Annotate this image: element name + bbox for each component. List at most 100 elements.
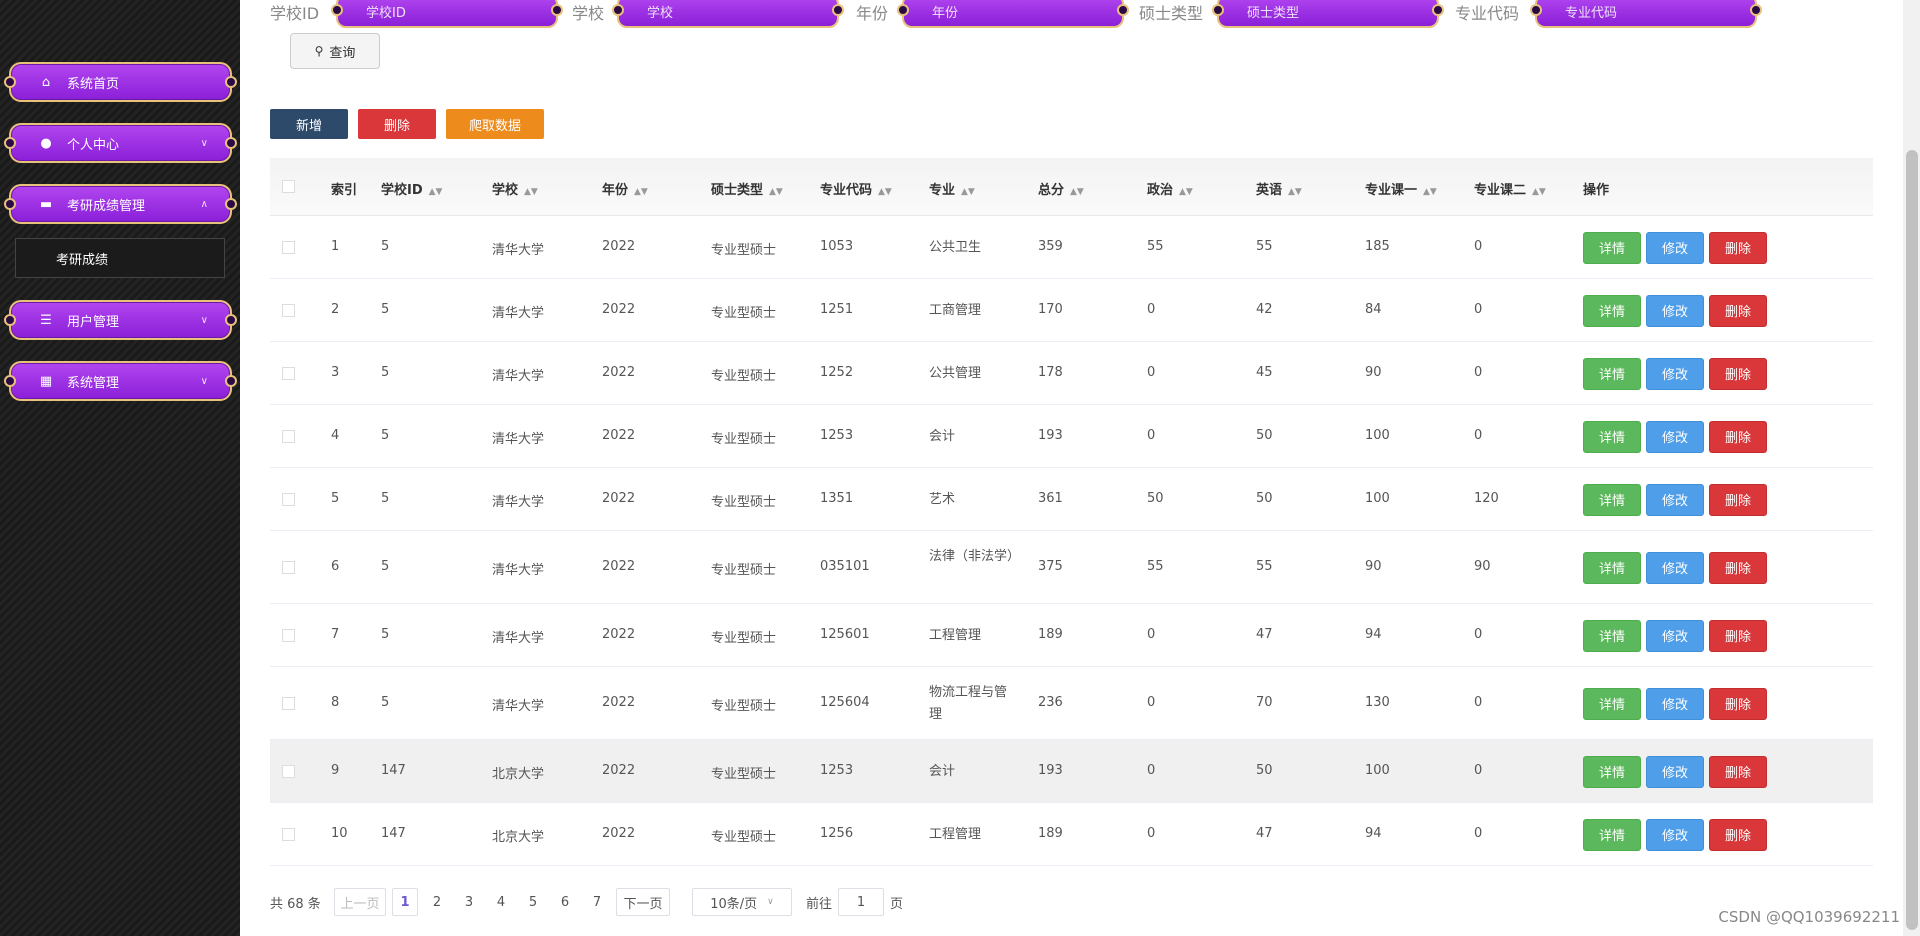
row-checkbox[interactable] bbox=[282, 366, 295, 380]
crawl-data-button[interactable]: 爬取数据 bbox=[446, 109, 544, 139]
page-button[interactable]: 5 bbox=[520, 888, 546, 916]
row-delete-button[interactable]: 删除 bbox=[1709, 357, 1767, 390]
table-row: 3 5 清华大学 2022 专业型硕士 1252 公共管理 178 0 45 90 0 详情 修改 删除 bbox=[270, 342, 1873, 405]
column-header[interactable]: 政治 ▲▼ bbox=[1147, 179, 1193, 198]
column-header[interactable]: 英语 ▲▼ bbox=[1256, 179, 1302, 198]
scrollbar[interactable] bbox=[1903, 0, 1920, 936]
row-delete-button[interactable]: 删除 bbox=[1709, 420, 1767, 453]
filter-label-school: 学校 bbox=[572, 4, 605, 23]
row-checkbox[interactable] bbox=[282, 492, 295, 506]
goto-page-input[interactable]: 1 bbox=[838, 888, 884, 916]
detail-button[interactable]: 详情 bbox=[1583, 294, 1641, 327]
edit-button[interactable]: 修改 bbox=[1646, 687, 1704, 720]
row-delete-button[interactable]: 删除 bbox=[1709, 551, 1767, 584]
major-code-input[interactable]: 专业代码 bbox=[1530, 0, 1762, 28]
sidebar-item-users[interactable]: ☰ 用户管理 ∨ bbox=[4, 300, 237, 340]
row-delete-button[interactable]: 删除 bbox=[1709, 483, 1767, 516]
sidebar-item-label: 个人中心 bbox=[67, 137, 120, 153]
bulk-delete-button[interactable]: 删除 bbox=[358, 109, 436, 139]
detail-button[interactable]: 详情 bbox=[1583, 231, 1641, 264]
school-input[interactable]: 学校 bbox=[612, 0, 844, 28]
row-delete-button[interactable]: 删除 bbox=[1709, 687, 1767, 720]
page-button-active[interactable]: 1 bbox=[392, 888, 418, 916]
scrollbar-thumb[interactable] bbox=[1906, 150, 1918, 930]
edit-button[interactable]: 修改 bbox=[1646, 619, 1704, 652]
detail-button[interactable]: 详情 bbox=[1583, 818, 1641, 851]
table-cell: 工商管理 bbox=[929, 302, 982, 318]
sidebar-item-personal[interactable]: ● 个人中心 ∨ bbox=[4, 123, 237, 163]
table-cell: 专业型硕士 bbox=[711, 630, 777, 646]
column-header[interactable]: 硕士类型 ▲▼ bbox=[711, 179, 783, 198]
page-button[interactable]: 2 bbox=[424, 888, 450, 916]
column-header[interactable]: 年份 ▲▼ bbox=[602, 179, 648, 198]
prev-page-button[interactable]: 上一页 bbox=[334, 888, 386, 916]
add-button[interactable]: 新增 bbox=[270, 109, 348, 139]
column-header[interactable]: 专业课一 ▲▼ bbox=[1365, 179, 1437, 198]
column-header[interactable]: 总分 ▲▼ bbox=[1038, 179, 1084, 198]
select-all-checkbox[interactable] bbox=[282, 180, 295, 193]
row-checkbox[interactable] bbox=[282, 240, 295, 254]
detail-button[interactable]: 详情 bbox=[1583, 483, 1641, 516]
table-cell: 94 bbox=[1365, 825, 1382, 841]
page-button[interactable]: 6 bbox=[552, 888, 578, 916]
table-cell: 361 bbox=[1038, 490, 1063, 506]
edit-button[interactable]: 修改 bbox=[1646, 483, 1704, 516]
table-cell: 5 bbox=[381, 490, 390, 506]
table-cell: 170 bbox=[1038, 301, 1063, 317]
page-button[interactable]: 7 bbox=[584, 888, 610, 916]
row-checkbox[interactable] bbox=[282, 303, 295, 317]
edit-button[interactable]: 修改 bbox=[1646, 818, 1704, 851]
column-header[interactable]: 专业课二 ▲▼ bbox=[1474, 179, 1546, 198]
sidebar-item-system[interactable]: ▦ 系统管理 ∨ bbox=[4, 361, 237, 401]
detail-button[interactable]: 详情 bbox=[1583, 619, 1641, 652]
row-delete-button[interactable]: 删除 bbox=[1709, 755, 1767, 788]
edit-button[interactable]: 修改 bbox=[1646, 420, 1704, 453]
row-checkbox[interactable] bbox=[282, 696, 295, 710]
sidebar-item-home[interactable]: ⌂ 系统首页 bbox=[4, 62, 237, 102]
table-cell: 5 bbox=[381, 427, 390, 443]
school-id-input[interactable]: 学校ID bbox=[331, 0, 563, 28]
edit-button[interactable]: 修改 bbox=[1646, 551, 1704, 584]
row-delete-button[interactable]: 删除 bbox=[1709, 294, 1767, 327]
query-button[interactable]: ⚲ 查询 bbox=[290, 33, 380, 69]
column-header[interactable]: 专业 ▲▼ bbox=[929, 179, 975, 198]
detail-button[interactable]: 详情 bbox=[1583, 551, 1641, 584]
next-page-button[interactable]: 下一页 bbox=[616, 888, 670, 916]
edit-button[interactable]: 修改 bbox=[1646, 231, 1704, 264]
detail-button[interactable]: 详情 bbox=[1583, 357, 1641, 390]
row-checkbox[interactable] bbox=[282, 764, 295, 778]
edit-button[interactable]: 修改 bbox=[1646, 755, 1704, 788]
page-button[interactable]: 3 bbox=[456, 888, 482, 916]
edit-button[interactable]: 修改 bbox=[1646, 357, 1704, 390]
row-delete-button[interactable]: 删除 bbox=[1709, 818, 1767, 851]
sort-icon: ▲▼ bbox=[878, 187, 892, 197]
sidebar-subitem-scores[interactable]: 考研成绩 bbox=[15, 238, 225, 278]
row-delete-button[interactable]: 删除 bbox=[1709, 619, 1767, 652]
table-cell: 4 bbox=[331, 427, 340, 443]
table-cell: 专业型硕士 bbox=[711, 242, 777, 258]
row-checkbox[interactable] bbox=[282, 429, 295, 443]
edit-button[interactable]: 修改 bbox=[1646, 294, 1704, 327]
row-checkbox[interactable] bbox=[282, 628, 295, 642]
row-delete-button[interactable]: 删除 bbox=[1709, 231, 1767, 264]
sidebar-item-scores[interactable]: ▬ 考研成绩管理 ∧ bbox=[4, 184, 237, 224]
table-cell: 工程管理 bbox=[929, 627, 982, 643]
row-checkbox[interactable] bbox=[282, 560, 295, 574]
detail-button[interactable]: 详情 bbox=[1583, 687, 1641, 720]
table-cell: 55 bbox=[1256, 558, 1273, 574]
table-cell: 47 bbox=[1256, 825, 1273, 841]
table-header: 索引 学校ID ▲▼ 学校 ▲▼ 年份 ▲▼ 硕士类型 ▲▼ 专业代码 ▲▼ 专业 ▲▼ 总… bbox=[270, 158, 1873, 216]
row-checkbox[interactable] bbox=[282, 827, 295, 841]
page-size-select[interactable]: 10条/页 ∨ bbox=[692, 888, 792, 916]
filter-label-year: 年份 bbox=[856, 4, 889, 23]
column-header[interactable]: 学校 ▲▼ bbox=[492, 179, 538, 198]
column-header[interactable]: 学校ID ▲▼ bbox=[381, 179, 442, 198]
page-button[interactable]: 4 bbox=[488, 888, 514, 916]
degree-type-input[interactable]: 硕士类型 bbox=[1212, 0, 1444, 28]
table-cell: 035101 bbox=[820, 558, 870, 574]
table-row: 1 5 清华大学 2022 专业型硕士 1053 公共卫生 359 55 55 185 0 详情 修改 删除 bbox=[270, 216, 1873, 279]
detail-button[interactable]: 详情 bbox=[1583, 755, 1641, 788]
year-input[interactable]: 年份 bbox=[897, 0, 1129, 28]
column-header[interactable]: 专业代码 ▲▼ bbox=[820, 179, 892, 198]
detail-button[interactable]: 详情 bbox=[1583, 420, 1641, 453]
